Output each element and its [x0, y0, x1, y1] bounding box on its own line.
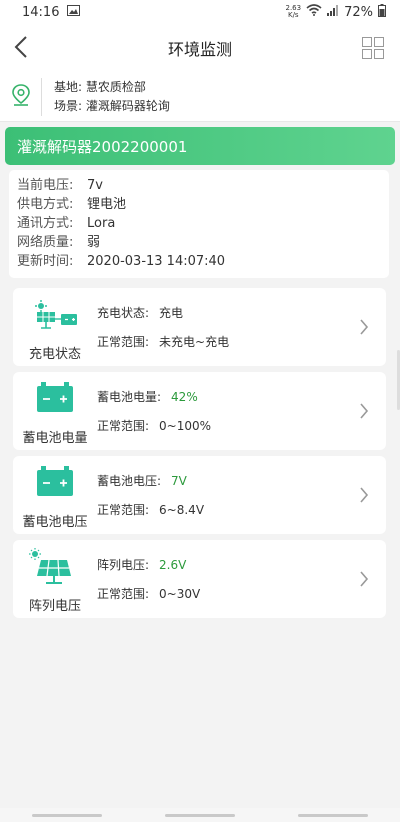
status-value: 7V	[171, 473, 187, 488]
grid-icon	[362, 37, 384, 59]
range-label: 正常范围:	[97, 586, 150, 601]
range-label: 正常范围:	[97, 334, 150, 349]
range-value: 0~30V	[159, 586, 201, 601]
location-panel: 基地: 慧农质检部 场景: 灌溉解码器轮询	[0, 72, 400, 122]
info-row-voltage: 当前电压: 7v	[17, 178, 103, 193]
card-label: 蓄电池电压	[22, 515, 88, 530]
battery-icon	[37, 466, 73, 496]
info-row-network-quality: 网络质量: 弱	[17, 235, 101, 250]
battery-icon	[37, 382, 73, 412]
status-label: 蓄电池电量:	[97, 389, 162, 404]
gesture-hint	[31, 813, 102, 817]
status-value: 2.6V	[159, 557, 187, 572]
status-value: 充电	[159, 305, 184, 320]
device-title: 灌溉解码器2002200001	[17, 137, 188, 156]
card-array-voltage[interactable]: 阵列电压 阵列电压: 2.6V 正常范围: 0~30V	[13, 540, 386, 618]
battery-status-icon	[378, 3, 386, 21]
status-value: 42%	[171, 389, 198, 404]
scene-row: 场景: 灌溉解码器轮询	[54, 98, 170, 113]
chevron-right-icon	[352, 403, 376, 419]
gallery-icon	[67, 4, 81, 20]
range-value: 未充电~充电	[159, 334, 230, 349]
base-row: 基地: 慧农质检部	[54, 79, 146, 94]
range-label: 正常范围:	[97, 418, 150, 433]
range-value: 0~100%	[159, 418, 212, 433]
info-row-communication: 通讯方式: Lora	[17, 216, 116, 231]
status-label: 蓄电池电压:	[97, 473, 162, 488]
page-title: 环境监测	[167, 40, 232, 59]
chevron-right-icon	[352, 319, 376, 335]
range-label: 正常范围:	[97, 502, 150, 517]
location-pin-icon	[11, 83, 31, 110]
chevron-right-icon	[352, 487, 376, 503]
solar-charge-icon	[35, 300, 77, 329]
card-battery-level[interactable]: 蓄电池电量 蓄电池电量: 42% 正常范围: 0~100%	[13, 372, 386, 450]
signal-icon	[327, 4, 339, 20]
status-time: 14:16	[22, 4, 60, 20]
gesture-hint	[164, 813, 235, 817]
device-title-banner: 灌溉解码器2002200001	[5, 127, 395, 165]
wifi-icon	[306, 4, 322, 20]
nav-bar: 环境监测	[0, 24, 400, 72]
grid-menu-button[interactable]	[362, 37, 384, 59]
info-row-update-time: 更新时间: 2020-03-13 14:07:40	[17, 254, 226, 269]
chevron-right-icon	[352, 571, 376, 587]
card-label: 充电状态	[28, 347, 81, 362]
gesture-hint	[298, 813, 369, 817]
info-row-power-supply: 供电方式: 锂电池	[17, 197, 127, 212]
device-info-card: 当前电压: 7v 供电方式: 锂电池 通讯方式: Lora 网络质量: 弱 更新时间: 2…	[9, 170, 389, 278]
network-speed: 2.63 K/s	[285, 4, 302, 19]
status-bar: 14:16 2.63 K/s 72%	[0, 0, 400, 24]
card-charging-status[interactable]: 充电状态 充电状态: 充电 正常范围: 未充电~充电	[13, 288, 386, 366]
range-value: 6~8.4V	[159, 502, 205, 517]
status-label: 充电状态:	[97, 305, 150, 320]
bottom-gesture-bar	[0, 808, 400, 822]
solar-panel-icon	[29, 548, 71, 584]
card-battery-voltage[interactable]: 蓄电池电压 蓄电池电压: 7V 正常范围: 6~8.4V	[13, 456, 386, 534]
status-label: 阵列电压:	[97, 557, 150, 572]
card-label: 阵列电压	[28, 599, 81, 614]
battery-percent: 72%	[344, 4, 373, 20]
chevron-left-icon	[14, 36, 27, 58]
card-label: 蓄电池电量	[22, 431, 88, 446]
back-button[interactable]	[14, 36, 36, 60]
